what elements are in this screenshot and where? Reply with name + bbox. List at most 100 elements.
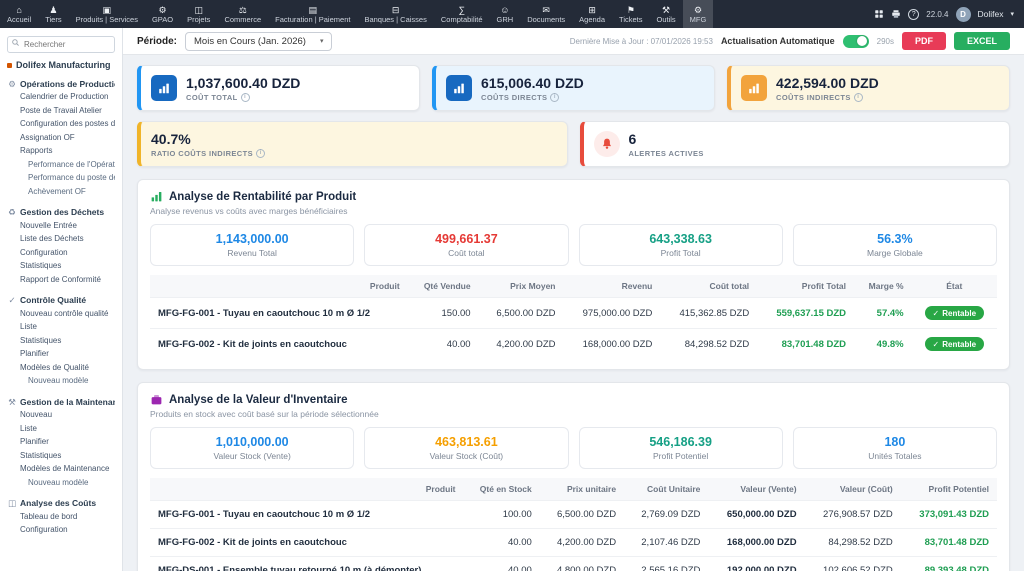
sidebar-item[interactable]: Nouvelle Entrée: [7, 219, 115, 233]
topnav-item[interactable]: ◫ Projets: [180, 0, 217, 28]
sidebar-item[interactable]: Tableau de bord: [7, 510, 115, 524]
sidebar-item[interactable]: Nouveau modèle: [7, 476, 115, 490]
column-header[interactable]: Prix Moyen: [479, 275, 564, 298]
help-icon[interactable]: ?: [908, 9, 919, 20]
kpi-label: COÛTS DIRECTSi: [481, 93, 584, 102]
excel-button[interactable]: EXCEL: [954, 32, 1010, 50]
topnav-item[interactable]: ⚒ Outils: [650, 0, 683, 28]
topnav-item[interactable]: ☺ GRH: [490, 0, 521, 28]
sidebar-item[interactable]: ⚒ Gestion de la Maintenance: [7, 395, 115, 409]
sidebar-item[interactable]: Modèles de Maintenance: [7, 463, 115, 477]
sidebar-item[interactable]: Rapport de Conformité: [7, 273, 115, 287]
avatar[interactable]: D: [956, 7, 971, 22]
topnav-item[interactable]: ▤ Facturation | Paiement: [268, 0, 357, 28]
sidebar-item[interactable]: Rapports: [7, 145, 115, 159]
topnav-item[interactable]: ⚖ Commerce: [217, 0, 268, 28]
info-icon[interactable]: i: [854, 93, 863, 102]
period-select[interactable]: Mois en Cours (Jan. 2026) ▾: [185, 32, 332, 51]
sidebar-item[interactable]: Poste de Travail Atelier: [7, 104, 115, 118]
sidebar-item[interactable]: Calendrier de Production: [7, 91, 115, 105]
topnav-item[interactable]: ⚙ GPAO: [145, 0, 180, 28]
sidebar-item[interactable]: Planifier: [7, 348, 115, 362]
sidebar-item-label: Statistiques: [20, 261, 61, 272]
sidebar-item[interactable]: Statistiques: [7, 449, 115, 463]
kpi-direct-costs: 615,006.40 DZD COÛTS DIRECTSi: [432, 65, 715, 111]
sidebar-item[interactable]: Configuration: [7, 524, 115, 538]
sidebar-item[interactable]: Configuration: [7, 246, 115, 260]
sidebar-item[interactable]: Planifier: [7, 436, 115, 450]
sidebar-item[interactable]: Nouveau: [7, 409, 115, 423]
sidebar-item-label: Configuration: [20, 525, 68, 536]
column-header[interactable]: Valeur (Vente): [708, 478, 804, 501]
menu-label: Commerce: [224, 15, 261, 24]
auto-refresh-toggle[interactable]: [843, 35, 869, 48]
product-cell[interactable]: MFG-FG-001 - Tuyau en caoutchouc 10 m Ø …: [150, 501, 464, 529]
sidebar-item[interactable]: Assignation OF: [7, 131, 115, 145]
potential-profit-cell: 89,393.48 DZD: [901, 557, 997, 571]
topnav-item[interactable]: ⊟ Banques | Caisses: [357, 0, 433, 28]
sidebar-item[interactable]: ♻ Gestion des Déchets: [7, 206, 115, 220]
sidebar-item[interactable]: Performance de l'Opérateur: [7, 158, 115, 172]
sidebar-item[interactable]: Liste: [7, 422, 115, 436]
sidebar-item[interactable]: Modèles de Qualité: [7, 361, 115, 375]
sidebar-item[interactable]: Performance du poste de travail: [7, 172, 115, 186]
column-header[interactable]: Coût Unitaire: [624, 478, 708, 501]
state-cell: ✓Rentable: [912, 298, 997, 329]
column-header[interactable]: Valeur (Coût): [805, 478, 901, 501]
sidebar-item[interactable]: Achèvement OF: [7, 185, 115, 199]
topnav-item[interactable]: ✉ Documents: [520, 0, 572, 28]
sidebar-item[interactable]: Statistiques: [7, 334, 115, 348]
column-header[interactable]: Profit Total: [757, 275, 854, 298]
info-icon[interactable]: i: [241, 93, 250, 102]
info-icon[interactable]: i: [550, 93, 559, 102]
sidebar-item[interactable]: Nouveau modèle: [7, 375, 115, 389]
topnav-item[interactable]: ⚑ Tickets: [612, 0, 649, 28]
column-header[interactable]: Marge %: [854, 275, 912, 298]
stat-value: 1,010,000.00: [155, 435, 349, 449]
product-cell[interactable]: MFG-DS-001 - Ensemble tuyau retourné 10 …: [150, 557, 464, 571]
sidebar-item[interactable]: Liste: [7, 321, 115, 335]
module-title-label: Dolifex Manufacturing: [16, 60, 111, 70]
product-cell[interactable]: MFG-FG-002 - Kit de joints en caoutchouc: [150, 329, 408, 360]
column-header[interactable]: Revenu: [564, 275, 661, 298]
info-icon[interactable]: i: [256, 149, 265, 158]
user-menu[interactable]: Dolifex: [978, 9, 1004, 19]
search-input[interactable]: [7, 36, 115, 53]
topnav-item[interactable]: ▣ Produits | Services: [69, 0, 145, 28]
column-header[interactable]: Produit: [150, 478, 464, 501]
sidebar-menu: ⚙ Opérations de Production Calendrier de…: [7, 77, 115, 537]
print-icon[interactable]: [891, 9, 901, 19]
sidebar-item[interactable]: Nouveau contrôle qualité: [7, 307, 115, 321]
topnav-item[interactable]: ⊞ Agenda: [572, 0, 612, 28]
column-header[interactable]: Qté en Stock: [464, 478, 540, 501]
product-cell[interactable]: MFG-FG-001 - Tuyau en caoutchouc 10 m Ø …: [150, 298, 408, 329]
column-header[interactable]: Prix unitaire: [540, 478, 624, 501]
topnav-item[interactable]: ∑ Comptabilité: [434, 0, 490, 28]
column-header[interactable]: Produit: [150, 275, 408, 298]
sidebar-item[interactable]: Configuration des postes de travail: [7, 118, 115, 132]
sidebar-item-label: Poste de Travail Atelier: [20, 106, 102, 117]
topnav-item[interactable]: ⌂ Accueil: [0, 0, 38, 28]
topnav-item[interactable]: ♟ Tiers: [38, 0, 68, 28]
sidebar-item-label: Tableau de bord: [20, 512, 77, 523]
apps-grid-icon[interactable]: [874, 9, 884, 19]
inventory-icon: [150, 393, 163, 406]
toolbar-right: Dernière Mise à Jour : 07/01/2026 19:53 …: [570, 32, 1010, 50]
sidebar-item[interactable]: ◫ Analyse des Coûts: [7, 497, 115, 511]
column-header[interactable]: Qté Vendue: [408, 275, 479, 298]
sidebar-item[interactable]: Statistiques: [7, 260, 115, 274]
module-title[interactable]: Dolifex Manufacturing: [7, 60, 115, 70]
menu-icon: ⚙: [158, 5, 166, 15]
column-header[interactable]: État: [912, 275, 997, 298]
chevron-down-icon[interactable]: ▾: [1010, 10, 1014, 18]
sidebar-section-icon: ◫: [7, 498, 17, 509]
sidebar-item[interactable]: Liste des Déchets: [7, 233, 115, 247]
product-cell[interactable]: MFG-FG-002 - Kit de joints en caoutchouc: [150, 529, 464, 557]
pdf-button[interactable]: PDF: [902, 32, 946, 50]
topnav-item[interactable]: ⚙ MFG: [683, 0, 714, 28]
column-header[interactable]: Profit Potentiel: [901, 478, 997, 501]
sidebar-item[interactable]: ⚙ Opérations de Production: [7, 77, 115, 91]
column-header[interactable]: Coût total: [660, 275, 757, 298]
sidebar-item[interactable]: ✓ Contrôle Qualité: [7, 294, 115, 308]
stat-label: Valeur Stock (Coût): [369, 451, 563, 461]
